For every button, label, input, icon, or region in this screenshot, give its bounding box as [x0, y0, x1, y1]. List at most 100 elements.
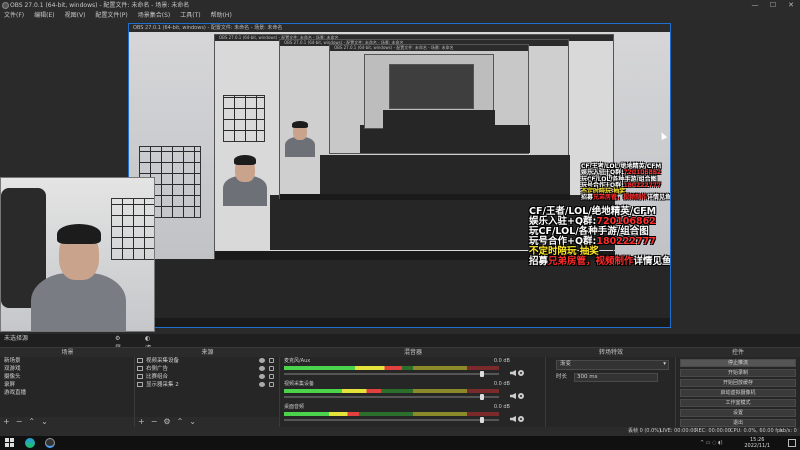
nested-taskbar [129, 318, 670, 327]
duration-input[interactable]: 300 ms [574, 373, 658, 382]
preview-area[interactable]: OBS 27.0.1 (64-bit, windows) - 配置文件: 未命名… [0, 20, 800, 334]
visibility-icon[interactable] [259, 358, 265, 363]
speaker-icon[interactable] [510, 393, 516, 399]
camera-icon [137, 358, 143, 363]
visibility-icon[interactable] [259, 366, 265, 371]
lock-icon[interactable] [269, 374, 274, 379]
gear-icon[interactable] [518, 393, 524, 399]
gear-icon[interactable] [518, 370, 524, 376]
stop-streaming-button[interactable]: 停止推流 [680, 359, 796, 367]
gear-icon[interactable] [518, 416, 524, 422]
nested-title-4: OBS 27.0.1 (64-bit, windows) - 配置文件: 未命名… [330, 45, 528, 51]
remove-scene-button[interactable]: − [16, 417, 23, 426]
chevron-down-icon: ▾ [663, 361, 666, 367]
replay-buffer-button[interactable]: 开始回放缓存 [680, 379, 796, 387]
webcam-shelf [111, 198, 154, 260]
exit-button[interactable]: 退出 [680, 419, 796, 427]
volume-slider[interactable] [284, 371, 499, 377]
remove-source-button[interactable]: − [151, 417, 158, 426]
scene-item[interactable]: 摄像头 [0, 373, 134, 381]
no-source-label: 未选择源 [4, 335, 29, 342]
overlay-text-large: CF/王者/LOL/绝地精英/CFM 娱乐入驻+Q群:720106862 玩CF… [529, 206, 671, 267]
volume-slider[interactable] [284, 417, 499, 423]
sources-toolbar: + − ⚙ ⌃ ⌄ [135, 417, 279, 427]
nested-title: OBS 27.0.1 (64-bit, windows) - 配置文件: 未命名… [129, 24, 670, 32]
windows-start-icon[interactable] [5, 438, 15, 448]
obs-taskbar-icon[interactable] [45, 438, 55, 448]
webcam-preview [0, 177, 155, 332]
sources-header: 来源 [135, 347, 280, 357]
status-bitrate: kb/s: 0 [780, 428, 797, 434]
speaker-icon[interactable] [510, 370, 516, 376]
scene-item[interactable]: 录屏 [0, 381, 134, 389]
menu-bar: 文件(F) 编辑(E) 视图(V) 配置文件(P) 场景集合(S) 工具(T) 帮助(H) [0, 11, 800, 20]
image-icon [137, 374, 143, 379]
speaker-icon[interactable] [510, 416, 516, 422]
source-settings-icon[interactable]: ⚙ [163, 417, 170, 426]
close-icon[interactable]: ✕ [782, 0, 800, 11]
source-item[interactable]: 比赛组合 [135, 373, 279, 381]
source-item[interactable]: 右侧广告 [135, 365, 279, 373]
move-up-icon[interactable]: ⌃ [177, 417, 184, 426]
obs-logo-icon [2, 2, 9, 9]
taskbar-clock[interactable]: 15:26 2022/11/1 [744, 437, 770, 449]
level-meter [284, 389, 381, 393]
menu-help[interactable]: 帮助(H) [211, 11, 232, 20]
add-scene-button[interactable]: + [3, 417, 10, 426]
notification-icon[interactable] [788, 439, 796, 447]
nested-dock-3 [320, 155, 570, 195]
move-down-icon[interactable]: ⌄ [189, 417, 196, 426]
scene-item[interactable]: 双游戏 [0, 365, 134, 373]
preview-canvas[interactable]: OBS 27.0.1 (64-bit, windows) - 配置文件: 未命名… [128, 23, 671, 328]
level-meter [284, 412, 360, 416]
status-bar: 丢帧 0 (0.0%) LIVE: 00:00:00 REC: 00:00:00… [0, 427, 800, 436]
add-source-button[interactable]: + [138, 417, 145, 426]
overlay-text-small: CF/王者/LOL/绝地精英/CFM 娱乐入驻+Q群:720106862 玩CF… [581, 163, 671, 202]
title-bar: OBS 27.0.1 (64-bit, windows) - 配置文件: 未命名… [0, 0, 800, 11]
transitions-header: 转场特效 [546, 347, 676, 357]
virtual-camera-button[interactable]: 启动虚拟摄像机 [680, 389, 796, 397]
menu-tools[interactable]: 工具(T) [180, 11, 200, 20]
visibility-icon[interactable] [259, 374, 265, 379]
menu-file[interactable]: 文件(F) [4, 11, 24, 20]
controls-panel: 停止推流 开始录制 开始回放缓存 启动虚拟摄像机 工作室模式 设置 退出 [676, 357, 800, 427]
transition-select[interactable]: 渐变 ▾ [556, 360, 669, 370]
studio-mode-button[interactable]: 工作室模式 [680, 399, 796, 407]
window-title: OBS 27.0.1 (64-bit, windows) - 配置文件: 未命名… [10, 2, 190, 9]
menu-view[interactable]: 视图(V) [65, 11, 86, 20]
lock-icon[interactable] [269, 366, 274, 371]
maximize-icon[interactable]: ☐ [764, 0, 782, 11]
shelf-2 [223, 95, 265, 142]
status-rec: REC: 00:00:00 [695, 428, 731, 434]
transitions-panel: 渐变 ▾ 时长 300 ms [546, 357, 676, 427]
move-up-icon[interactable]: ⌃ [28, 417, 35, 426]
duration-row: 时长 300 ms [556, 373, 669, 382]
menu-profile[interactable]: 配置文件(P) [95, 11, 127, 20]
lock-icon[interactable] [269, 358, 274, 363]
windows-taskbar: ^ ▭ ◌ ◖) 15:26 2022/11/1 [0, 436, 800, 450]
volume-slider[interactable] [284, 394, 499, 400]
move-down-icon[interactable]: ⌄ [41, 417, 48, 426]
mixer-panel: 麦克风/Aux 0.0 dB 视频采集设备 0.0 dB 桌面音频 0.0 dB [280, 357, 546, 427]
status-cpu: CPU: 0.0%, 60.00 fps [730, 428, 783, 434]
scene-item[interactable]: 新场景 [0, 357, 134, 365]
lock-icon[interactable] [269, 382, 274, 387]
sources-panel: 视频采集设备 右侧广告 比赛组合 显示器采集 2 + − ⚙ ⌃ ⌄ [135, 357, 280, 427]
menu-scene-collection[interactable]: 场景集合(S) [138, 11, 171, 20]
menu-edit[interactable]: 编辑(E) [34, 11, 54, 20]
tray-icons[interactable]: ^ ▭ ◌ ◖) [700, 440, 730, 446]
monitor-icon [137, 382, 143, 387]
minimize-icon[interactable]: — [746, 0, 764, 11]
scene-item[interactable]: 游戏直播 [0, 389, 134, 397]
visibility-icon[interactable] [259, 382, 265, 387]
mixer-header: 混音器 [280, 347, 546, 357]
nested-window-6 [389, 64, 474, 109]
start-recording-button[interactable]: 开始录制 [680, 369, 796, 377]
image-icon [137, 366, 143, 371]
scenes-toolbar: + − ⌃ ⌄ [0, 417, 134, 427]
edge-browser-icon[interactable] [25, 438, 35, 448]
settings-button[interactable]: 设置 [680, 409, 796, 417]
source-item[interactable]: 视频采集设备 [135, 357, 279, 365]
nested-taskbar-3 [280, 194, 570, 200]
source-item[interactable]: 显示器采集 2 [135, 381, 279, 389]
